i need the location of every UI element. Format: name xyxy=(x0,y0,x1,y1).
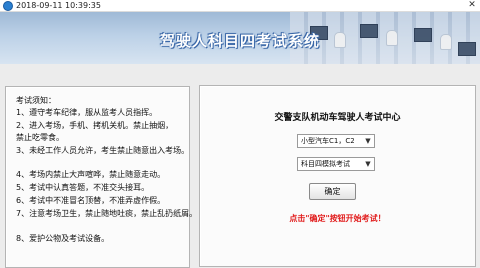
vehicle-type-value: 小型汽车C1，C2 xyxy=(301,137,355,145)
exam-notice-panel: 考试须知： 1、遵守考车纪律，服从监考人员指挥。 2、进入考场，手机、拷机关机。… xyxy=(5,86,197,268)
window-title: 2018-09-11 10:39:35 xyxy=(16,1,101,10)
person-image xyxy=(440,34,452,50)
notice-item: 4、考场内禁止大声喧哗，禁止随意走动。 xyxy=(16,170,166,179)
start-hint-text: 点击"确定"按钮开始考试！ xyxy=(289,214,386,223)
header-banner: 驾驶人科目四考试系统 xyxy=(0,12,480,64)
notice-item: 5、考试中认真答题，不准交头接耳。 xyxy=(16,183,150,192)
confirm-button[interactable]: 确定 xyxy=(309,183,356,200)
system-title: 驾驶人科目四考试系统 xyxy=(159,32,320,50)
person-image xyxy=(386,30,398,46)
close-icon[interactable]: ✕ xyxy=(466,0,478,11)
notice-item: 7、注意考场卫生，禁止随地吐痰，禁止乱扔纸屑。 xyxy=(16,209,198,218)
window-titlebar: 2018-09-11 10:39:35 ✕ xyxy=(0,0,480,12)
notice-item: 3、未经工作人员允许，考生禁止随意出入考场。 xyxy=(16,146,190,155)
notice-item: 8、爱护公物及考试设备。 xyxy=(16,234,110,243)
notice-item: 2、进入考场，手机、拷机关机。禁止抽烟， xyxy=(16,121,174,130)
chevron-down-icon[interactable]: ▼ xyxy=(363,136,373,146)
monitor-image xyxy=(360,24,378,38)
exam-center-heading: 交警支队机动车驾驶人考试中心 xyxy=(274,113,401,123)
exam-subject-select[interactable]: 科目四模拟考试 ▼ xyxy=(297,157,375,171)
monitor-image xyxy=(414,28,432,42)
exam-login-panel: 交警支队机动车驾驶人考试中心 小型汽车C1，C2 ▼ 科目四模拟考试 ▼ 确定 … xyxy=(199,85,476,267)
person-image xyxy=(334,32,346,48)
main-content: 考试须知： 1、遵守考车纪律，服从监考人员指挥。 2、进入考场，手机、拷机关机。… xyxy=(0,64,480,268)
vehicle-type-select[interactable]: 小型汽车C1，C2 ▼ xyxy=(297,134,375,148)
monitor-image xyxy=(458,42,476,56)
chevron-down-icon[interactable]: ▼ xyxy=(363,159,373,169)
notice-title: 考试须知： xyxy=(16,96,56,105)
app-icon xyxy=(3,1,13,11)
exam-subject-value: 科目四模拟考试 xyxy=(301,160,350,168)
notice-item: 禁止吃零食。 xyxy=(16,133,64,142)
notice-item: 1、遵守考车纪律，服从监考人员指挥。 xyxy=(16,108,158,117)
notice-item: 6、考试中不准冒名顶替，不准弄虚作假。 xyxy=(16,196,166,205)
